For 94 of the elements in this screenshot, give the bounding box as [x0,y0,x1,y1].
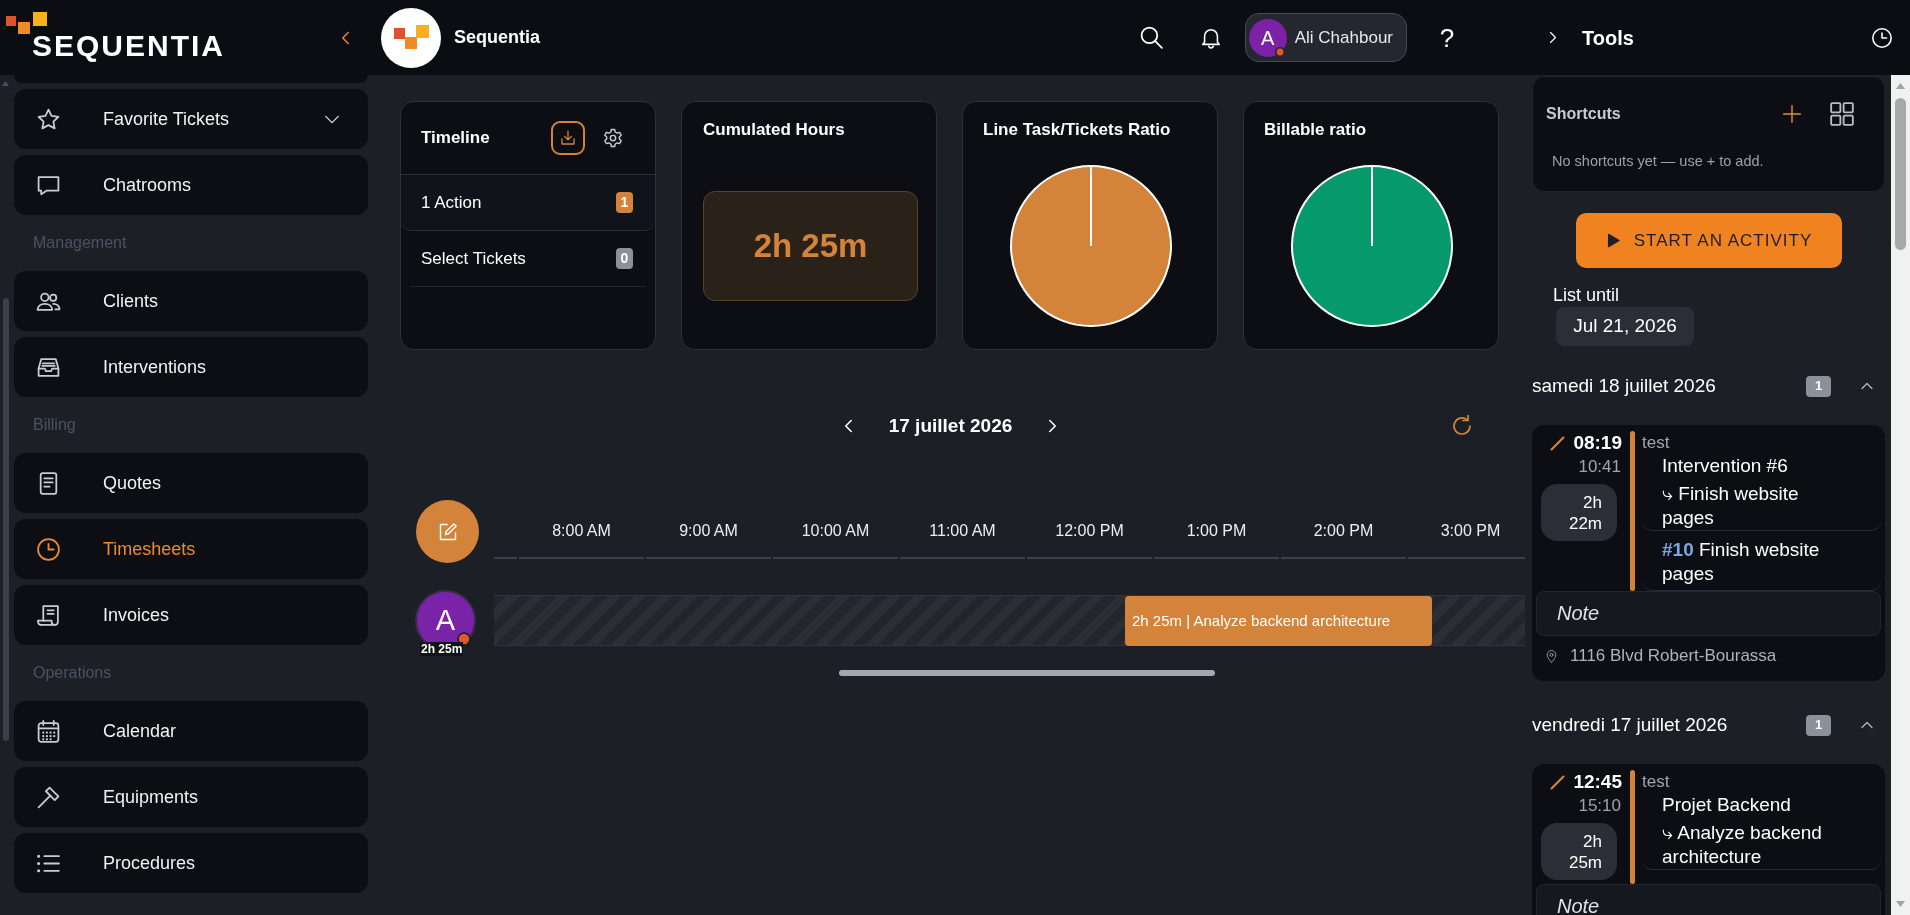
settings-button[interactable] [603,128,623,148]
user-menu-button[interactable]: A Ali Chahbour [1244,13,1407,62]
count-badge: 1 [1806,714,1831,736]
sidebar-item[interactable]: Clients [14,271,368,331]
hour-label: 3:00 PM [1440,520,1501,541]
category-label: test [1642,770,1670,793]
list-until-label: List until [1553,284,1621,306]
end-time: 10:41 [1578,456,1621,479]
note-field[interactable]: Note [1536,591,1881,636]
sidebar-item[interactable]: Interventions [14,337,368,397]
date-label: 17 juillet 2026 [888,413,1013,438]
workspace-logo-icon [381,7,441,68]
settings-icon [603,128,623,148]
count-badge: 1 [1806,375,1831,397]
scrollbar-thumb[interactable] [3,298,9,741]
count-badge: 1 [616,192,633,213]
sidebar-item[interactable]: Favorite Tickets [14,89,368,149]
sidebar-item[interactable]: Equipments [14,767,368,827]
timeline-option[interactable]: Select Tickets 0 [411,231,645,287]
duration-badge: 2h 22m [1541,484,1617,541]
sidebar-item[interactable]: Quotes [14,453,368,513]
star-icon [36,106,61,132]
hour-label: 9:00 AM [679,520,738,541]
empty-message: No shortcuts yet — use + to add. [1552,152,1765,171]
section-label: Management [33,233,127,253]
panel-title: Tools [1582,25,1634,51]
timeline-option[interactable]: 1 Action 1 [401,175,655,231]
end-time: 15:10 [1578,795,1621,818]
scrollbar-thumb[interactable] [839,670,1215,676]
hour-label: 1:00 PM [1186,520,1247,541]
grid-view-button[interactable] [1829,101,1855,127]
logo-wordmark: SEQUENTIA [32,30,226,61]
add-shortcut-button[interactable] [1782,104,1802,124]
hour-label: 2:00 PM [1313,520,1374,541]
project-name: Projet Backend [1662,793,1792,817]
start-time: 08:19 [1573,430,1622,455]
ticket-link[interactable]: #10 [1662,539,1694,560]
plus-icon [1782,104,1802,124]
hour-label: 12:00 PM [1055,520,1124,541]
sidebar-item[interactable]: Procedures [14,833,368,893]
refresh-icon [1450,414,1474,438]
task-name: ⤷ Finish website pages [1662,482,1800,530]
section-label: Operations [33,663,112,683]
avatar-initial: A [435,602,456,638]
hour-label: 10:00 AM [801,520,870,541]
duration-label: 2h 25m [420,642,464,656]
receipt-icon [36,602,61,628]
card-title: Line Task/Tickets Ratio [983,119,1172,141]
grid-icon [1829,101,1855,127]
location-text: 1116 Blvd Robert-Bourassa [1570,645,1777,668]
count-badge: 0 [616,248,633,269]
search-icon [1138,25,1164,50]
card-title: Cumulated Hours [703,119,846,141]
hour-label: 8:00 AM [552,520,611,541]
avatar-initial: A [1261,25,1275,51]
logo-squares-icon [6,12,47,34]
shortcuts-title: Shortcuts [1546,104,1621,124]
clock-icon [36,536,61,562]
history-button[interactable] [1871,26,1893,49]
sidebar-item[interactable]: Invoices [14,585,368,645]
note-field[interactable]: Note [1536,884,1881,915]
download-button[interactable] [551,121,585,155]
refresh-button[interactable] [1450,414,1474,438]
workspace-name: Sequentia [454,26,541,49]
scrollbar-thumb[interactable] [1895,98,1906,250]
sidebar-item[interactable]: Chatrooms [14,155,368,215]
edit-icon [437,521,458,542]
card-title: Timeline [421,127,490,149]
play-icon [1605,233,1621,248]
pencil-icon[interactable] [1550,435,1566,451]
sidebar-item[interactable]: Timesheets [14,519,368,579]
start-time: 12:45 [1573,769,1622,794]
project-name: Intervention #6 [1662,454,1789,478]
pencil-icon[interactable] [1550,774,1566,790]
task-name: ⤷ Analyze backend architecture [1662,821,1823,869]
date-picker-button[interactable]: Jul 21, 2026 [1556,307,1694,346]
sidebar-item[interactable]: Calendar [14,701,368,761]
day-title: samedi 18 juillet 2026 [1532,373,1716,398]
help-button[interactable]: ? [1435,22,1459,53]
day-title: vendredi 17 juillet 2026 [1532,712,1728,737]
category-label: test [1642,431,1670,454]
search-button[interactable] [1138,25,1164,50]
start-activity-button[interactable]: START AN ACTIVITY [1576,213,1842,268]
card-title: Billable ratio [1264,119,1368,141]
calendar-icon [36,718,61,744]
download-icon [559,129,577,147]
hour-label: 11:00 AM [929,520,996,541]
clock-icon [1871,26,1893,49]
section-label: Billing [33,415,76,435]
hammer-icon [36,784,61,810]
hours-value: 2h 25m [703,191,918,301]
map-pin-icon [1545,648,1558,664]
duration-badge: 2h 25m [1541,823,1617,880]
status-dot-icon [1274,46,1285,57]
